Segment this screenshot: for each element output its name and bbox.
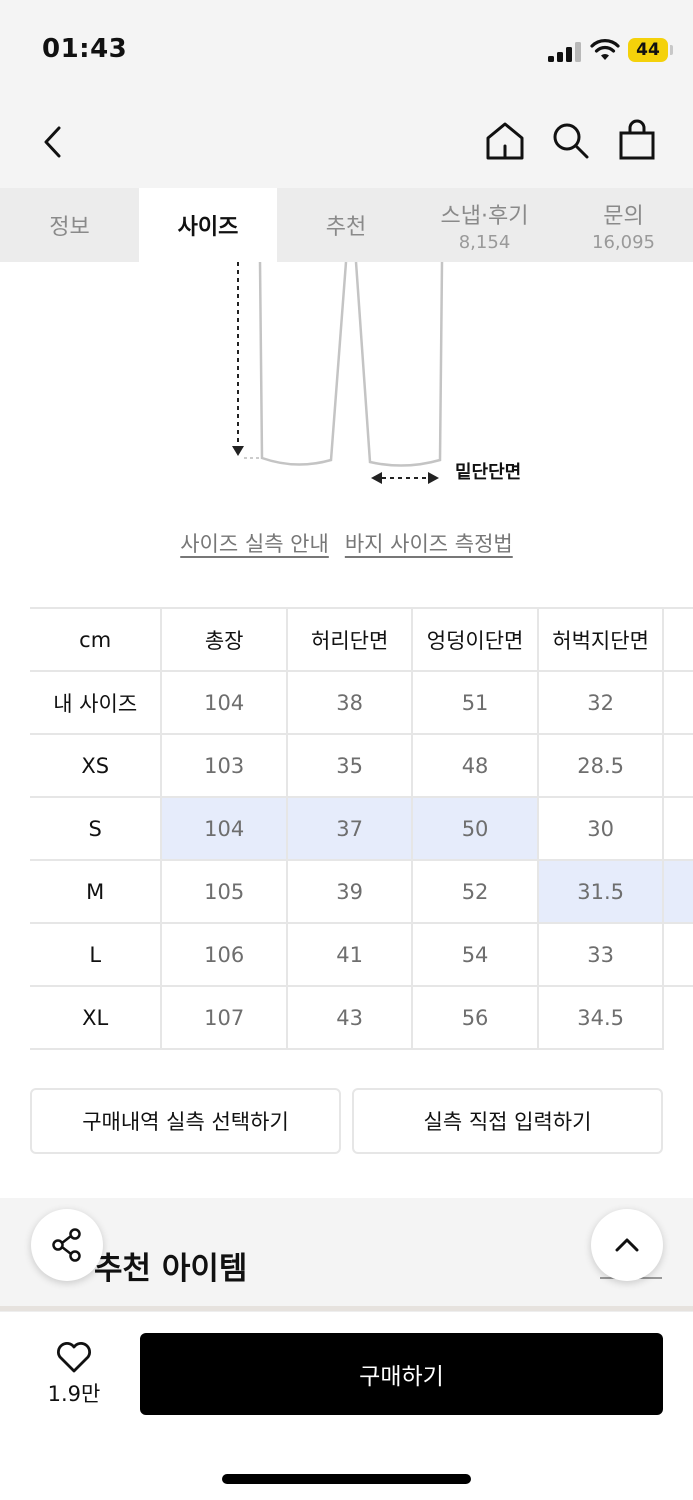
column-header — [663, 607, 693, 672]
home-indicator — [222, 1474, 471, 1484]
table-cell — [663, 797, 693, 861]
table-cell — [663, 671, 693, 735]
like-count: 1.9만 — [47, 1382, 101, 1406]
wifi-icon — [590, 39, 620, 60]
row-label: XL — [30, 986, 163, 1050]
column-header: cm — [30, 607, 163, 672]
size-guide-links: 사이즈 실측 안내 바지 사이즈 측정법 — [0, 528, 693, 564]
tab-label: 사이즈 — [177, 215, 239, 240]
buy-button[interactable]: 구매하기 — [140, 1333, 663, 1415]
product-tabs: 정보 사이즈 추천 스냅·후기 8,154 문의 16,095 — [0, 188, 693, 262]
heart-icon[interactable] — [54, 1340, 94, 1374]
table-cell: 33 — [537, 923, 665, 987]
row-label: XS — [30, 734, 163, 798]
select-purchase-history-button[interactable]: 구매내역 실측 선택하기 — [30, 1088, 341, 1154]
table-cell: 106 — [161, 923, 288, 987]
battery-tip — [670, 45, 673, 55]
table-cell-highlighted: 31.5 — [537, 860, 665, 924]
direct-input-button[interactable]: 실측 직접 입력하기 — [352, 1088, 663, 1154]
table-cell — [663, 986, 693, 1049]
table-row: M 105 39 52 31.5 — [30, 860, 693, 924]
column-header: 허벅지단면 — [537, 607, 665, 672]
table-cell — [663, 923, 693, 987]
chevron-up-icon — [615, 1238, 639, 1252]
table-cell: 32 — [537, 671, 665, 735]
shopping-bag-icon[interactable] — [616, 118, 658, 162]
row-label: M — [30, 860, 163, 924]
table-cell: 34.5 — [537, 986, 665, 1050]
row-label: L — [30, 923, 163, 987]
table-cell: 35 — [286, 734, 414, 798]
table-row: 내 사이즈 104 38 51 32 — [30, 671, 693, 735]
table-cell: 103 — [161, 734, 288, 798]
table-cell: 43 — [286, 986, 414, 1050]
status-time: 01:43 — [42, 34, 128, 64]
share-button[interactable] — [31, 1209, 103, 1281]
tab-count: 8,154 — [458, 231, 511, 253]
table-header-row: cm 총장 허리단면 엉덩이단면 허벅지단면 — [30, 607, 693, 672]
tab-qna[interactable]: 문의 16,095 — [554, 188, 693, 262]
table-cell — [663, 734, 693, 798]
home-icon[interactable] — [484, 120, 526, 162]
tab-label: 추천 — [325, 215, 367, 240]
table-row: S 104 37 50 30 — [30, 797, 693, 861]
table-cell: 30 — [537, 797, 665, 861]
table-cell: 38 — [286, 671, 414, 735]
size-guide-link[interactable]: 사이즈 실측 안내 — [180, 528, 329, 564]
table-cell-highlighted: 37 — [286, 797, 414, 861]
table-cell-highlighted: 104 — [161, 797, 288, 861]
table-cell: 56 — [412, 986, 539, 1050]
search-icon[interactable] — [550, 120, 592, 162]
table-cell: 41 — [286, 923, 414, 987]
tab-snap-review[interactable]: 스냅·후기 8,154 — [415, 188, 554, 262]
table-cell-highlighted: 50 — [412, 797, 539, 861]
tab-info[interactable]: 정보 — [0, 188, 139, 262]
app-header — [0, 100, 693, 188]
row-label: S — [30, 797, 163, 861]
battery-level: 44 — [636, 40, 660, 60]
table-cell: 52 — [412, 860, 539, 924]
pants-size-diagram — [232, 262, 444, 484]
column-header: 엉덩이단면 — [412, 607, 539, 672]
row-label: 내 사이즈 — [30, 671, 163, 735]
cellular-signal-icon — [548, 42, 582, 62]
table-cell-highlighted — [663, 860, 693, 924]
table-row: XL 107 43 56 34.5 — [30, 986, 693, 1050]
table-cell: 51 — [412, 671, 539, 735]
table-cell: 28.5 — [537, 734, 665, 798]
pants-measure-link[interactable]: 바지 사이즈 측정법 — [345, 528, 513, 564]
table-cell: 54 — [412, 923, 539, 987]
table-cell: 105 — [161, 860, 288, 924]
tab-count: 16,095 — [592, 231, 655, 253]
column-header: 허리단면 — [286, 607, 414, 672]
table-cell: 39 — [286, 860, 414, 924]
tab-label: 문의 — [603, 203, 644, 229]
table-cell: 48 — [412, 734, 539, 798]
tab-size[interactable]: 사이즈 — [139, 188, 277, 262]
column-header: 총장 — [161, 607, 288, 672]
tab-label: 정보 — [49, 215, 90, 240]
status-bar: 01:43 44 — [0, 0, 693, 100]
tab-recommend[interactable]: 추천 — [277, 188, 415, 262]
hem-width-label: 밑단단면 — [455, 462, 522, 483]
scroll-top-button[interactable] — [591, 1209, 663, 1281]
chevron-left-icon[interactable] — [38, 122, 68, 162]
table-cell: 107 — [161, 986, 288, 1050]
size-table: cm 총장 허리단면 엉덩이단면 허벅지단면 내 사이즈 104 38 51 3… — [30, 607, 693, 1050]
share-icon — [52, 1228, 81, 1262]
recommend-title-text: 추천 아이템 — [94, 1251, 248, 1287]
table-row: XS 103 35 48 28.5 — [30, 734, 693, 798]
tab-label: 스냅·후기 — [440, 203, 529, 229]
table-row: L 106 41 54 33 — [30, 923, 693, 987]
table-cell: 104 — [161, 671, 288, 735]
battery-icon: 44 — [628, 38, 668, 62]
